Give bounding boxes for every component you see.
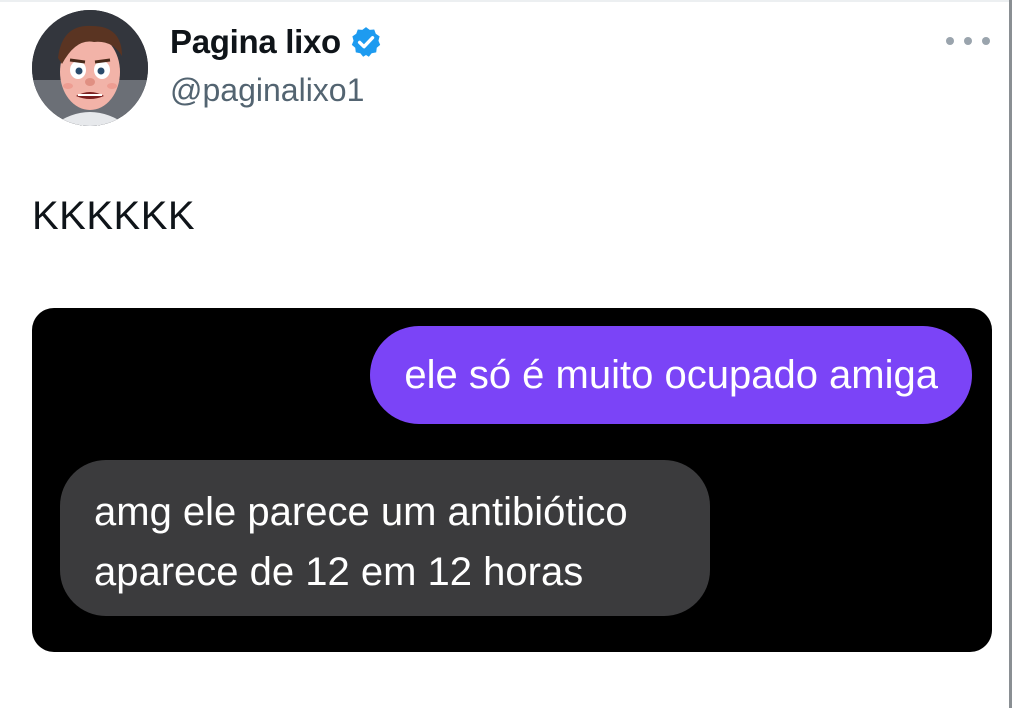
sent-message-bubble: ele só é muito ocupado amiga	[370, 326, 972, 424]
verified-badge-icon[interactable]	[349, 25, 383, 59]
author-name-row: Pagina lixo	[170, 22, 383, 62]
received-message-line: amg ele parece um antibiótico	[94, 490, 628, 534]
author-handle[interactable]: @paginalixo1	[170, 72, 364, 109]
more-horizontal-icon[interactable]	[946, 28, 990, 54]
more-dot	[982, 37, 990, 45]
sent-message-text: ele só é muito ocupado amiga	[404, 352, 938, 397]
top-divider	[0, 0, 1010, 2]
avatar[interactable]	[32, 10, 148, 126]
right-edge	[1012, 0, 1024, 708]
more-dot	[964, 37, 972, 45]
received-message-bubble: amg ele parece um antibiótico aparece de…	[60, 460, 710, 616]
tweet-text: KKKKKK	[32, 194, 196, 238]
more-dot	[946, 37, 954, 45]
tweet-card: Pagina lixo @paginalixo1 KKKKKK ele só é…	[0, 0, 1024, 708]
received-message-line: aparece de 12 em 12 horas	[94, 550, 584, 594]
cartoon-face-avatar-icon	[32, 10, 148, 126]
display-name[interactable]: Pagina lixo	[170, 23, 341, 61]
tweet-media-image[interactable]: ele só é muito ocupado amiga amg ele par…	[32, 308, 992, 652]
